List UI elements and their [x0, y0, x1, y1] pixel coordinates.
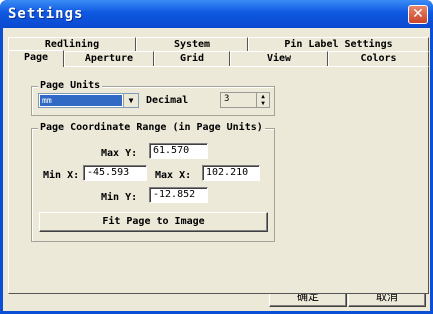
max-y-field[interactable]: 61.570 — [149, 143, 208, 159]
tab-view[interactable]: View — [230, 51, 328, 66]
settings-window: Settings ✕ Redlining System Pin Label Se… — [0, 0, 433, 314]
spinner-arrows-icon[interactable]: ▲ ▼ — [256, 93, 269, 107]
page-units-label: Page Units — [38, 80, 103, 91]
decimal-label: Decimal — [146, 95, 189, 106]
close-button[interactable]: ✕ — [408, 5, 428, 24]
max-x-field[interactable]: 102.210 — [202, 165, 260, 181]
tab-aperture[interactable]: Aperture — [64, 51, 154, 66]
tab-pin-label-settings[interactable]: Pin Label Settings — [248, 37, 429, 52]
tab-page[interactable]: Page — [8, 50, 64, 67]
tab-colors[interactable]: Colors — [328, 51, 429, 66]
page-units-group: Page Units mm ▼ Decimal 3 ▲ ▼ — [31, 80, 275, 116]
tab-grid[interactable]: Grid — [154, 51, 230, 66]
page-coordinate-range-group: Page Coordinate Range (in Page Units) Ma… — [31, 122, 275, 242]
min-y-label: Min Y: — [101, 192, 138, 203]
max-y-label: Max Y: — [101, 148, 138, 159]
window-title: Settings — [8, 6, 84, 22]
units-selected-value: mm — [40, 95, 122, 106]
chevron-down-icon[interactable]: ▼ — [123, 94, 138, 107]
decimal-value: 3 — [224, 94, 230, 104]
min-y-field[interactable]: -12.852 — [149, 187, 208, 203]
min-x-field[interactable]: -45.593 — [83, 165, 147, 181]
min-x-label: Min X: — [43, 170, 80, 181]
units-dropdown[interactable]: mm ▼ — [38, 93, 139, 108]
coord-range-label: Page Coordinate Range (in Page Units) — [38, 122, 265, 133]
decimal-spinner[interactable]: 3 ▲ ▼ — [220, 92, 270, 108]
title-bar[interactable]: Settings ✕ — [0, 0, 433, 28]
tab-system[interactable]: System — [136, 37, 248, 52]
close-icon: ✕ — [412, 6, 424, 22]
dialog-body: Redlining System Pin Label Settings Page… — [3, 28, 430, 311]
fit-page-to-image-button[interactable]: Fit Page to Image — [39, 212, 268, 232]
page-tab-panel: Page Units mm ▼ Decimal 3 ▲ ▼ Page Coordi… — [8, 66, 429, 294]
max-x-label: Max X: — [155, 170, 192, 181]
